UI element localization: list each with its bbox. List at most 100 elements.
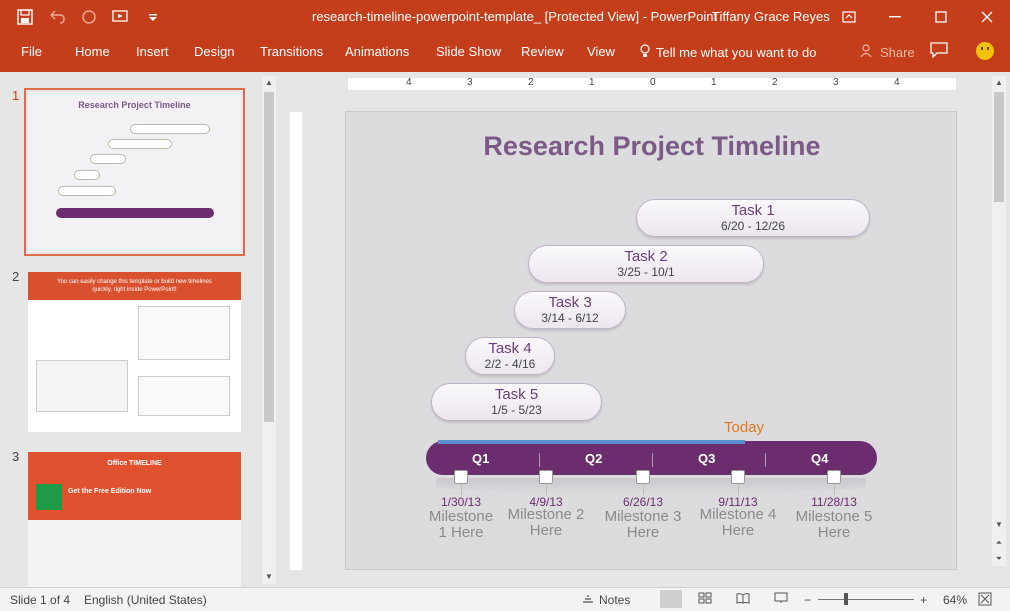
milestone-label-line2: Here: [626, 524, 660, 541]
notes-button[interactable]: Notes: [599, 593, 630, 607]
next-slide-icon[interactable]: ⏷: [992, 552, 1006, 566]
today-label[interactable]: Today: [724, 419, 764, 436]
comment-icon[interactable]: [930, 42, 948, 61]
milestone-marker[interactable]: [539, 470, 553, 484]
save-icon[interactable]: [14, 6, 36, 28]
tell-me-search[interactable]: Tell me what you want to do: [640, 44, 816, 61]
redo-icon[interactable]: [78, 6, 100, 28]
slide-canvas[interactable]: Research Project Timeline Task 1 6/20 - …: [345, 111, 957, 570]
notes-icon[interactable]: [582, 592, 598, 606]
fit-slide-icon[interactable]: [978, 592, 994, 606]
slide-number-1: 1: [12, 88, 20, 103]
start-from-beginning-icon[interactable]: [110, 6, 132, 28]
ruler-label: 3: [467, 77, 473, 88]
task-dates: 1/5 - 5/23: [491, 403, 542, 417]
milestone-connector: [461, 485, 462, 495]
quarter-separator: [539, 453, 540, 467]
slide-show-icon[interactable]: [774, 592, 790, 606]
ribbon-tabs: File Home Insert Design Transitions Anim…: [0, 34, 1010, 72]
window-controls: [826, 0, 1010, 34]
milestone-label-line2: Here: [817, 524, 851, 541]
ruler-label: 2: [528, 77, 534, 88]
scrollbar-thumb[interactable]: [994, 92, 1004, 202]
slide-thumbnail-3[interactable]: Office TIMELINE Get the Free Edition Now: [28, 452, 241, 587]
scroll-down-arrow-icon[interactable]: ▼: [262, 570, 276, 584]
task-name: Task 5: [494, 386, 539, 403]
thumb1-task-bar: [74, 170, 100, 180]
scroll-up-arrow-icon[interactable]: ▲: [992, 76, 1006, 90]
scroll-up-arrow-icon[interactable]: ▲: [262, 76, 276, 90]
undo-icon[interactable]: [46, 6, 68, 28]
milestone-label[interactable]: Milestone 3 Here: [593, 509, 693, 541]
tab-review[interactable]: Review: [521, 44, 564, 59]
maximize-icon[interactable]: [918, 0, 964, 34]
slide-title[interactable]: Research Project Timeline: [346, 131, 958, 162]
task-dates: 2/2 - 4/16: [484, 357, 536, 371]
slide-thumbnail-2[interactable]: You can easily change this template or b…: [28, 272, 241, 432]
zoom-out-icon[interactable]: −: [804, 593, 811, 607]
lightbulb-icon: [640, 44, 650, 61]
thumb1-title: Research Project Timeline: [78, 100, 191, 110]
share-label: Share: [880, 45, 915, 60]
task-bar-1[interactable]: Task 1 6/20 - 12/26: [636, 199, 870, 237]
task-bar-4[interactable]: Task 4 2/2 - 4/16: [465, 337, 555, 375]
zoom-in-icon[interactable]: +: [920, 593, 927, 607]
tell-me-text: Tell me what you want to do: [656, 45, 817, 60]
share-button[interactable]: Share: [860, 44, 915, 61]
milestone-marker[interactable]: [454, 470, 468, 484]
task-bar-2[interactable]: Task 2 3/25 - 10/1: [528, 245, 764, 283]
tab-home[interactable]: Home: [75, 44, 110, 59]
zoom-slider-track[interactable]: [818, 599, 914, 600]
tab-slide-show[interactable]: Slide Show: [436, 44, 501, 59]
zoom-level[interactable]: 64%: [943, 593, 967, 607]
thumb2-screenshot: [138, 376, 230, 416]
user-name[interactable]: Tiffany Grace Reyes: [712, 9, 830, 24]
normal-view-icon[interactable]: [660, 590, 682, 608]
close-icon[interactable]: [964, 0, 1010, 34]
ribbon-display-options-icon[interactable]: [826, 0, 872, 34]
customize-toolbar-icon[interactable]: [142, 6, 164, 28]
tab-design[interactable]: Design: [194, 44, 234, 59]
task-dates: 3/25 - 10/1: [617, 265, 675, 279]
task-name: Task 3: [548, 294, 592, 311]
scrollbar-thumb[interactable]: [264, 92, 274, 422]
tab-transitions[interactable]: Transitions: [260, 44, 323, 59]
milestone-label[interactable]: Milestone 2 Here: [496, 507, 596, 539]
thumb3-free-badge: [36, 484, 62, 510]
slide-thumbnail-1[interactable]: Research Project Timeline: [24, 88, 245, 256]
milestone-label[interactable]: Milestone 5 Here: [784, 509, 884, 541]
milestone-marker[interactable]: [636, 470, 650, 484]
milestone-date: 11/28/13: [811, 495, 857, 509]
slide-counter[interactable]: Slide 1 of 4: [10, 593, 70, 607]
milestone-connector: [834, 485, 835, 495]
task-name: Task 4: [488, 340, 532, 357]
milestone-marker[interactable]: [731, 470, 745, 484]
milestone-marker[interactable]: [827, 470, 841, 484]
editor-scrollbar[interactable]: ▲ ▼ ⏶ ⏷: [992, 76, 1006, 566]
task-bar-5[interactable]: Task 5 1/5 - 5/23: [431, 383, 602, 421]
tab-animations[interactable]: Animations: [345, 44, 409, 59]
previous-slide-icon[interactable]: ⏶: [992, 536, 1006, 550]
thumb1-task-bar: [108, 139, 172, 149]
tab-file[interactable]: File: [21, 44, 42, 59]
thumb1-task-bar: [130, 124, 210, 134]
slide-number-3: 3: [12, 449, 20, 464]
milestone-label[interactable]: Milestone 4 Here: [688, 507, 788, 539]
task-bar-3[interactable]: Task 3 3/14 - 6/12: [514, 291, 626, 329]
slide-sorter-icon[interactable]: [698, 592, 714, 606]
tab-view[interactable]: View: [587, 44, 615, 59]
zoom-slider-thumb[interactable]: [844, 593, 848, 605]
task-dates: 3/14 - 6/12: [541, 311, 599, 325]
language-indicator[interactable]: English (United States): [84, 593, 207, 607]
feedback-smiley-icon[interactable]: [976, 42, 994, 60]
milestone-label-line1: Milestone 5: [795, 508, 873, 525]
thumbnail-scrollbar[interactable]: ▲ ▼: [262, 76, 276, 584]
ruler-label: 2: [772, 77, 778, 88]
minimize-icon[interactable]: [872, 0, 918, 34]
tab-insert[interactable]: Insert: [136, 44, 169, 59]
quarter-label: Q4: [811, 451, 829, 466]
milestone-label-line1: Milestone 2: [507, 506, 585, 523]
scroll-down-arrow-icon[interactable]: ▼: [992, 518, 1006, 532]
quarter-label: Q2: [585, 451, 603, 466]
reading-view-icon[interactable]: [736, 592, 752, 606]
